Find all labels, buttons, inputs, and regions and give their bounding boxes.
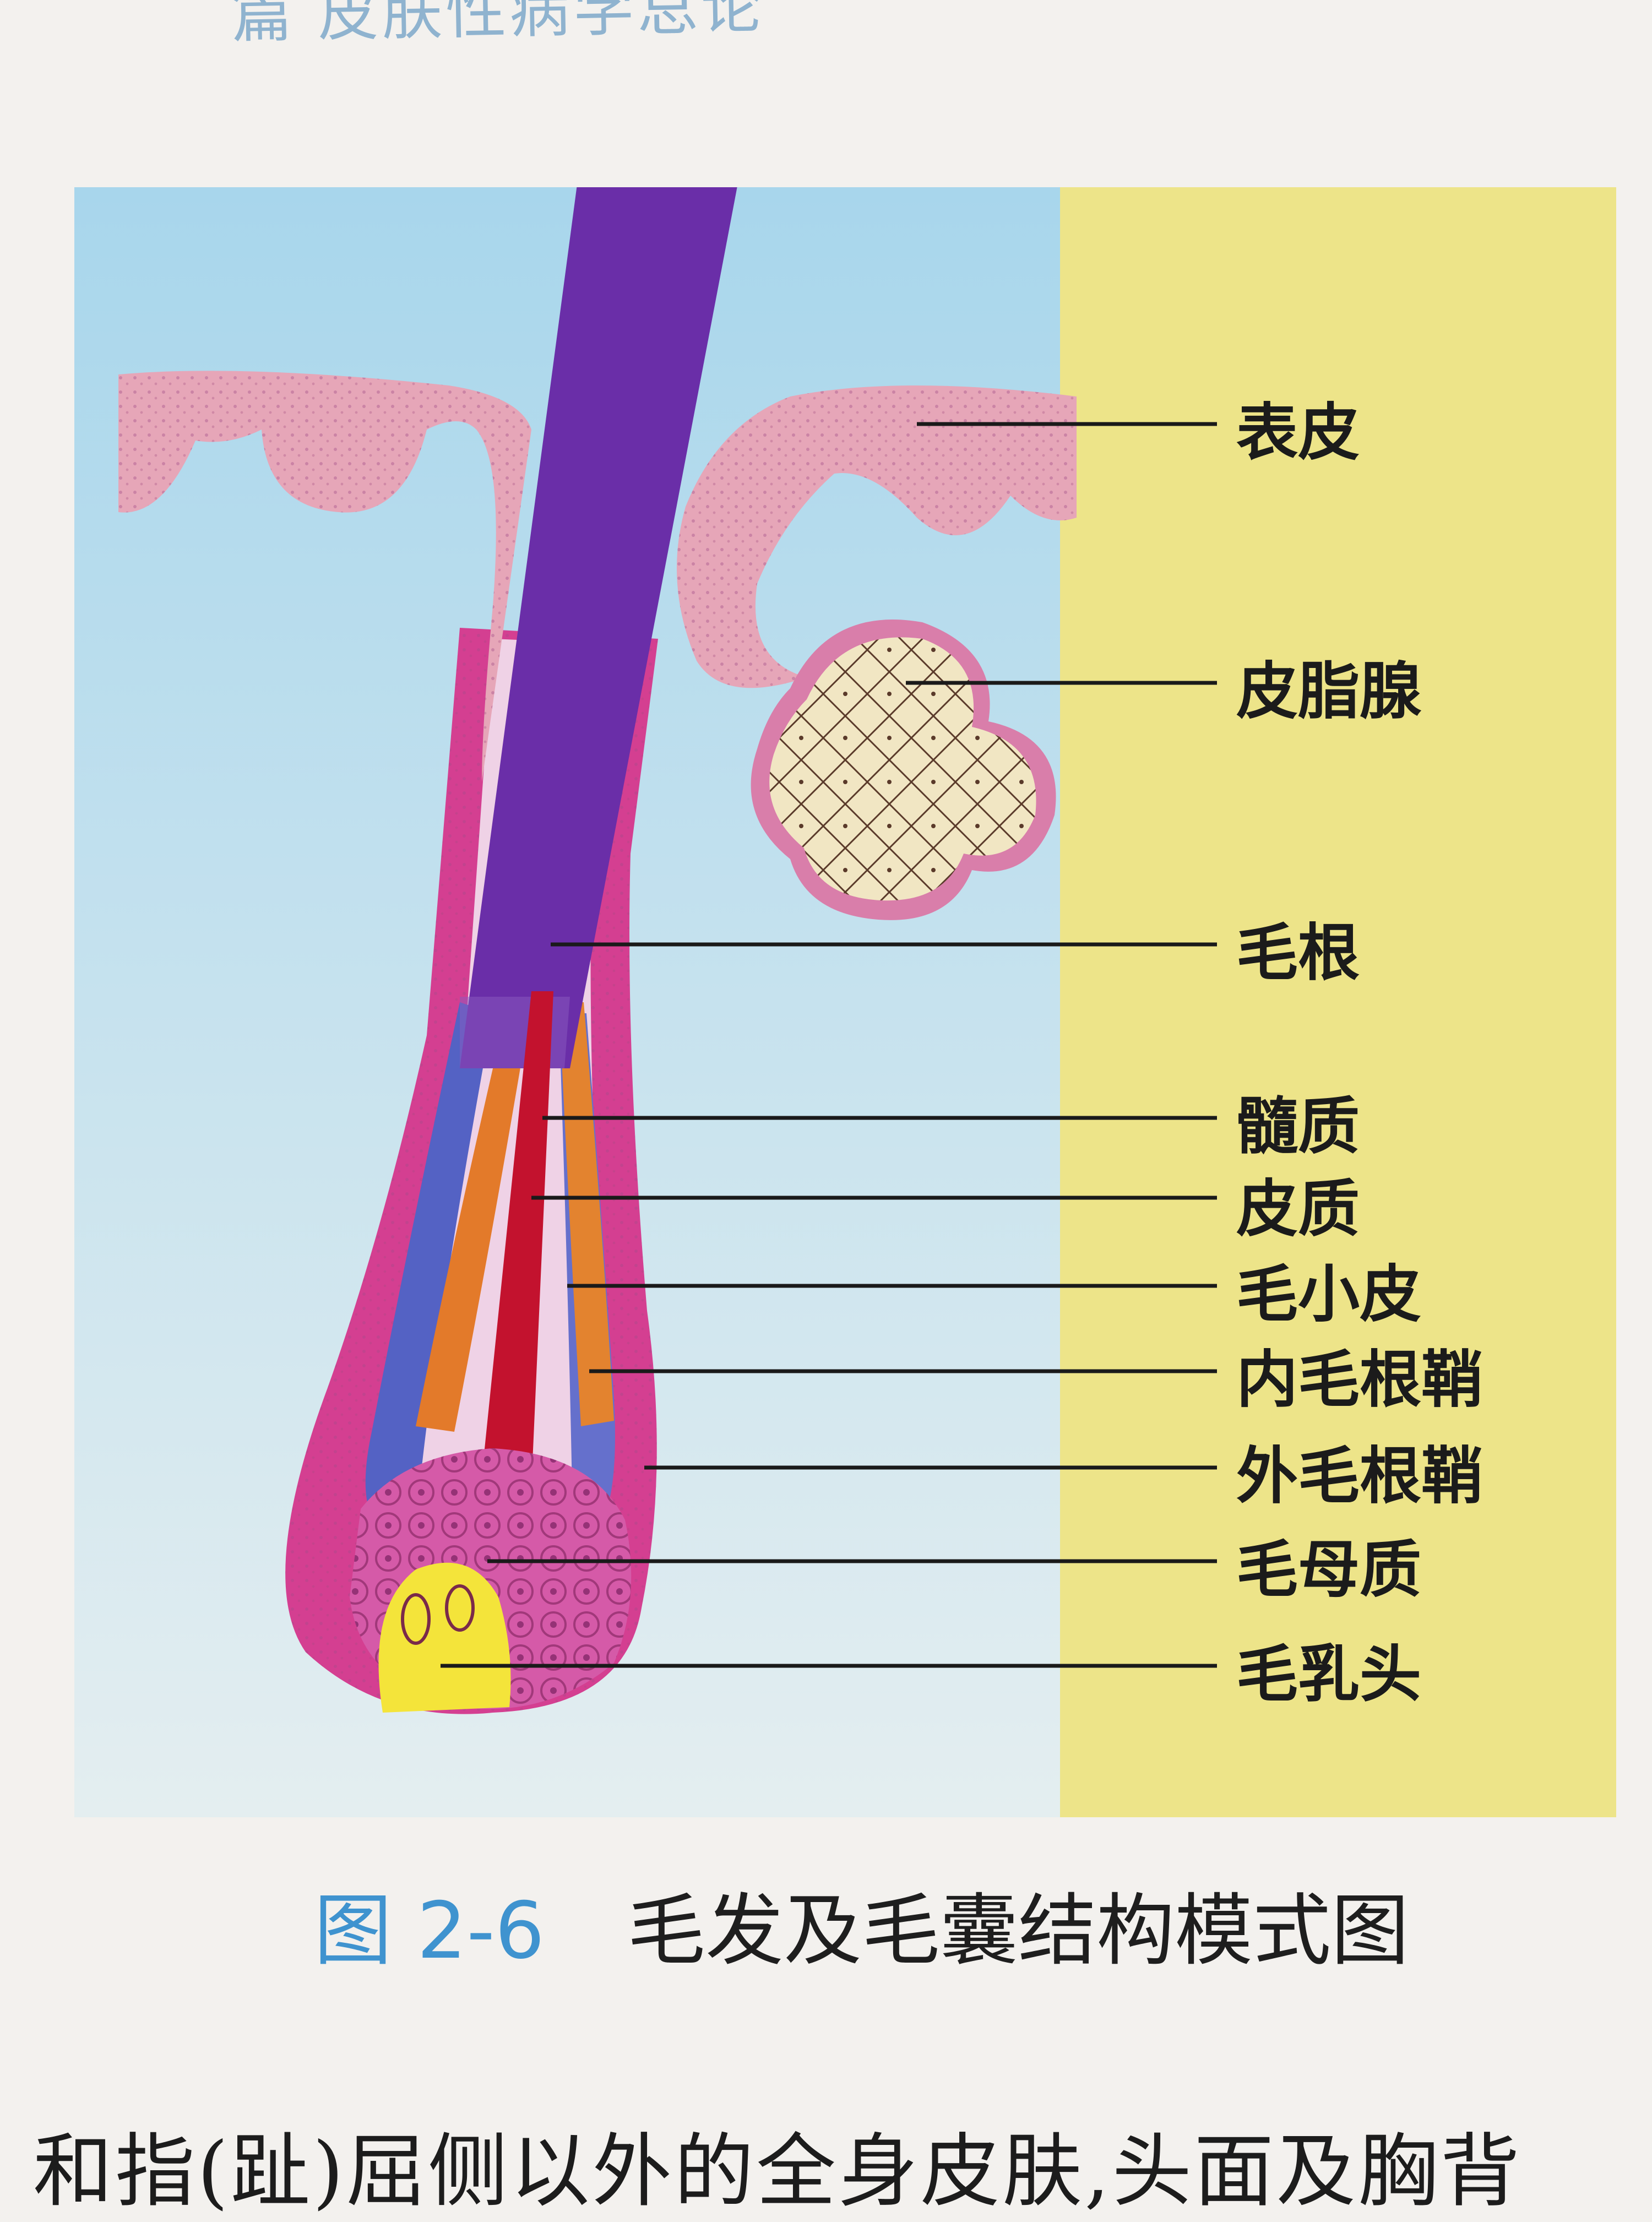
label-dermal-papilla: 毛乳头 [1236,1639,1421,1710]
label-cuticle: 毛小皮 [1236,1259,1421,1330]
label-outer-root-sheath: 外毛根鞘 [1236,1441,1483,1512]
label-sebaceous-gland: 皮脂腺 [1236,656,1421,727]
figure-title: 毛发及毛囊结构模式图 [627,1886,1410,1976]
label-epidermis: 表皮 [1236,397,1360,469]
page-header-text: 篇 皮肤性病学总论 [231,0,766,51]
label-cortex: 皮质 [1236,1174,1360,1245]
figure-caption: 图 2-6 毛发及毛囊结构模式图 [314,1867,1409,1980]
figure-number: 图 2-6 [314,1886,545,1976]
label-medulla: 髓质 [1236,1091,1360,1162]
hair-follicle-figure: 表皮 皮脂腺 毛根 髓质 皮质 毛小皮 内毛根鞘 外毛根鞘 毛母质 毛乳头 [74,154,1616,1817]
label-hair-matrix: 毛母质 [1236,1534,1421,1606]
label-hair-root: 毛根 [1236,917,1360,989]
label-inner-root-sheath: 内毛根鞘 [1236,1344,1483,1416]
body-text-line: 和指(趾)屈侧以外的全身皮肤,头面及胸背 [33,2125,1523,2218]
